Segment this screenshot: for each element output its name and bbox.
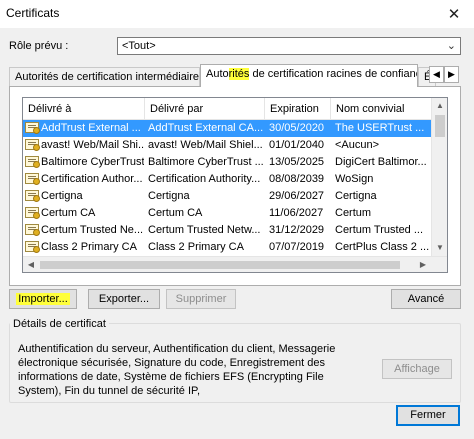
table-row[interactable]: avast! Web/Mail Shi... avast! Web/Mail Sh… [23,137,433,154]
certificate-icon [25,190,40,202]
scroll-corner [431,257,447,272]
column-header-expiration[interactable]: Expiration [265,98,331,120]
close-icon[interactable]: ✕ [434,0,474,28]
table-cell: avast! Web/Mail Shi... [41,139,144,151]
list-header: Délivré à Délivré par Expiration Nom con… [23,98,433,120]
table-cell: Certum Trusted Netw... [148,224,261,236]
table-row[interactable]: Baltimore CyberTrust... Baltimore CyberTr… [23,154,433,171]
certificate-icon [25,241,40,253]
scroll-down-icon[interactable]: ▼ [432,240,447,256]
certificate-icon [25,207,40,219]
table-cell: Baltimore CyberTrust... [41,156,144,168]
table-cell: Class 2 Primary CA [41,241,137,253]
table-cell: Baltimore CyberTrust ... [148,156,264,168]
table-cell: 08/08/2039 [269,173,325,185]
dialog-body: Rôle prévu : <Tout> ⌄ Autorités de certi… [0,28,474,439]
table-cell: Class 2 Primary CA [148,241,244,253]
table-cell: 31/12/2029 [269,224,325,236]
table-cell: avast! Web/Mail Shiel... [148,139,263,151]
column-header-issued-to[interactable]: Délivré à [23,98,145,120]
table-cell: Certification Authority... [148,173,261,185]
certificates-window: Certificats ✕ Rôle prévu : <Tout> ⌄ Auto… [0,0,474,439]
role-label: Rôle prévu : [9,40,69,52]
chevron-left-icon[interactable]: ◀ [429,66,444,83]
import-button[interactable]: Importer... [9,289,77,309]
certificate-list[interactable]: Délivré à Délivré par Expiration Nom con… [22,97,448,273]
table-cell: Certum Trusted ... [335,224,424,236]
table-cell: Certum CA [148,207,203,219]
table-cell: 29/06/2027 [269,190,325,202]
chevron-right-icon[interactable]: ▶ [444,66,459,83]
close-button[interactable]: Fermer [396,405,460,426]
certificate-icon [25,139,40,151]
scroll-right-icon[interactable]: ▶ [415,257,431,272]
table-row[interactable]: Certification Author... Certification Aut… [23,171,433,188]
table-cell: 01/01/2040 [269,139,325,151]
export-button[interactable]: Exporter... [88,289,160,309]
horizontal-scrollbar[interactable]: ◀ ▶ [23,256,447,272]
scroll-left-icon[interactable]: ◀ [23,257,39,272]
remove-button[interactable]: Supprimer [166,289,236,309]
table-cell: The USERTrust ... [335,122,425,134]
table-cell: DigiCert Baltimor... [335,156,427,168]
tab-strip: Autorités de certification intermédiaire… [9,64,461,87]
table-cell: Certigna [41,190,83,202]
certificate-details-label: Détails de certificat [10,318,109,330]
table-cell: CertPlus Class 2 ... [335,241,430,253]
certificate-icon [25,173,40,185]
vertical-scroll-thumb[interactable] [435,115,445,137]
list-rows: AddTrust External ... AddTrust External C… [23,120,433,272]
role-select-value: <Tout> [122,40,156,52]
advanced-button[interactable]: Avancé [391,289,461,309]
certificate-icon [25,122,40,134]
table-cell: 07/07/2019 [269,241,325,253]
vertical-scrollbar[interactable]: ▲ ▼ [431,98,447,256]
window-title: Certificats [6,6,60,20]
table-cell: AddTrust External CA... [148,122,264,134]
role-select[interactable]: <Tout> ⌄ [117,37,461,55]
tab-panel: Délivré à Délivré par Expiration Nom con… [9,86,461,286]
table-cell: Certification Author... [41,173,143,185]
table-cell: Certum Trusted Ne... [41,224,144,236]
table-cell: Certigna [148,190,190,202]
tab-scroll-buttons: ◀ ▶ [429,66,461,84]
chevron-down-icon: ⌄ [446,40,456,52]
table-row[interactable]: Class 2 Primary CA Class 2 Primary CA 07/0… [23,239,433,256]
table-cell: Certum [335,207,372,219]
table-row[interactable]: Certigna Certigna 29/06/2027 Certigna [23,188,433,205]
table-row[interactable]: AddTrust External ... AddTrust External C… [23,120,433,137]
table-cell: Certum CA [41,207,96,219]
view-button[interactable]: Affichage [382,359,452,379]
column-header-issued-by[interactable]: Délivré par [145,98,265,120]
certificate-purposes-text: Authentification du serveur, Authentific… [18,343,336,397]
column-header-friendly-name[interactable]: Nom convivial [331,98,433,120]
table-row[interactable]: Certum Trusted Ne... Certum Trusted Netw.… [23,222,433,239]
certificate-icon [25,156,40,168]
table-cell: <Aucun> [335,139,380,151]
certificate-icon [25,224,40,236]
tab-trusted-root-ca[interactable]: Autorités de certification racines de co… [200,64,418,87]
table-row[interactable]: Certum CA Certum CA 11/06/2027 Certum [23,205,433,222]
title-bar: Certificats ✕ [0,0,474,28]
table-cell: AddTrust External ... [41,122,141,134]
table-cell: 13/05/2025 [269,156,325,168]
table-cell: WoSign [335,173,374,185]
table-cell: 30/05/2020 [269,122,325,134]
table-cell: Certigna [335,190,377,202]
table-cell: 11/06/2027 [269,207,324,219]
scroll-up-icon[interactable]: ▲ [432,98,447,114]
tab-intermediate-ca[interactable]: Autorités de certification intermédiaire… [9,67,200,86]
horizontal-scroll-thumb[interactable] [40,261,400,269]
